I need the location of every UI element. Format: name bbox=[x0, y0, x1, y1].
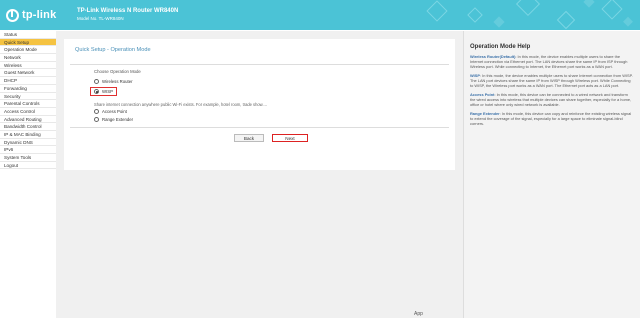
next-button[interactable]: Next bbox=[272, 134, 308, 142]
quick-setup-card: Quick Setup - Operation Mode Choose Oper… bbox=[64, 39, 455, 170]
help-paragraph: Range Extender: In this mode, this devic… bbox=[470, 111, 634, 126]
sidebar-item-advanced-routing[interactable]: Advanced Routing bbox=[0, 115, 56, 124]
sidebar-item-dynamic-dns[interactable]: Dynamic DNS bbox=[0, 138, 56, 147]
sidebar-item-status[interactable]: Status bbox=[0, 31, 56, 39]
sidebar-item-dhcp[interactable]: DHCP bbox=[0, 77, 56, 85]
logo-text: tp-link bbox=[22, 9, 57, 21]
sidebar-item-guest-network[interactable]: Guest Network bbox=[0, 69, 56, 78]
help-paragraph: Access Point: In this mode, this device … bbox=[470, 92, 634, 107]
sidebar-item-system-tools[interactable]: System Tools bbox=[0, 154, 56, 162]
radio-wireless-router[interactable] bbox=[94, 79, 99, 84]
radio-access-point[interactable] bbox=[94, 109, 99, 114]
option-access-point[interactable]: Access Point bbox=[94, 109, 127, 114]
header-bar: tp-link TP-Link Wireless N Router WR840N… bbox=[0, 0, 640, 30]
page-title: Quick Setup - Operation Mode bbox=[75, 47, 151, 53]
app-link[interactable]: App bbox=[414, 311, 423, 317]
sidebar-item-forwarding[interactable]: Forwarding bbox=[0, 84, 56, 93]
header-decoration-icon bbox=[426, 0, 633, 30]
option-wisp-label: WISP bbox=[102, 89, 113, 94]
help-panel: Operation Mode Help Wireless Router(Defa… bbox=[463, 31, 640, 318]
help-paragraph: WISP: In this mode, the device enables m… bbox=[470, 73, 634, 88]
help-text: : In this mode, this device can be conne… bbox=[470, 92, 632, 107]
sidebar-item-access-control[interactable]: Access Control bbox=[0, 107, 56, 116]
help-paragraph: Wireless Router(Default): In this mode, … bbox=[470, 54, 634, 69]
option-wireless-router-label: Wireless Router bbox=[102, 79, 133, 84]
divider bbox=[70, 127, 449, 128]
sidebar-item-ip-mac-binding[interactable]: IP & MAC Binding bbox=[0, 130, 56, 139]
divider bbox=[70, 64, 449, 65]
option-range-extender-label: Range Extender bbox=[102, 117, 134, 122]
option-wisp[interactable]: WISP bbox=[90, 87, 117, 96]
tp-link-logo[interactable]: tp-link bbox=[6, 7, 56, 23]
radio-range-extender[interactable] bbox=[94, 117, 99, 122]
sidebar-item-network[interactable]: Network bbox=[0, 54, 56, 62]
wisp-description: Share internet connection anywhere publi… bbox=[94, 102, 267, 107]
sidebar-item-security[interactable]: Security bbox=[0, 92, 56, 101]
sidebar-item-wireless[interactable]: Wireless bbox=[0, 61, 56, 70]
option-range-extender[interactable]: Range Extender bbox=[94, 117, 133, 122]
option-access-point-label: Access Point bbox=[102, 109, 127, 114]
header-text: TP-Link Wireless N Router WR840N Model N… bbox=[77, 7, 178, 22]
router-model: Model No. TL-WR840N bbox=[77, 16, 124, 21]
choose-mode-label: Choose Operation Mode bbox=[94, 69, 141, 74]
router-title: TP-Link Wireless N Router WR840N bbox=[77, 8, 179, 14]
sidebar-item-quick-setup[interactable]: Quick Setup bbox=[0, 38, 56, 47]
wisp-highlight: WISP bbox=[90, 87, 117, 96]
help-text: : In this mode, the device enables multi… bbox=[470, 73, 633, 88]
sidebar-item-ipv6[interactable]: IPv6 bbox=[0, 146, 56, 154]
sidebar-item-operation-mode[interactable]: Operation Mode bbox=[0, 46, 56, 55]
radio-wisp[interactable] bbox=[94, 89, 99, 94]
option-wireless-router[interactable]: Wireless Router bbox=[94, 79, 133, 84]
help-title: Operation Mode Help bbox=[470, 44, 531, 50]
sidebar-nav: Status Quick Setup Operation Mode Network Wi… bbox=[0, 31, 56, 170]
sidebar-item-bandwidth-control[interactable]: Bandwidth Control bbox=[0, 123, 56, 131]
back-button[interactable]: Back bbox=[234, 134, 264, 142]
sidebar-item-parental-controls[interactable]: Parental Controls bbox=[0, 100, 56, 108]
help-body: Wireless Router(Default): In this mode, … bbox=[470, 54, 634, 126]
tp-link-logo-icon bbox=[6, 8, 19, 22]
sidebar-item-logout[interactable]: Logout bbox=[0, 161, 56, 170]
main-content: Quick Setup - Operation Mode Choose Oper… bbox=[56, 31, 463, 318]
